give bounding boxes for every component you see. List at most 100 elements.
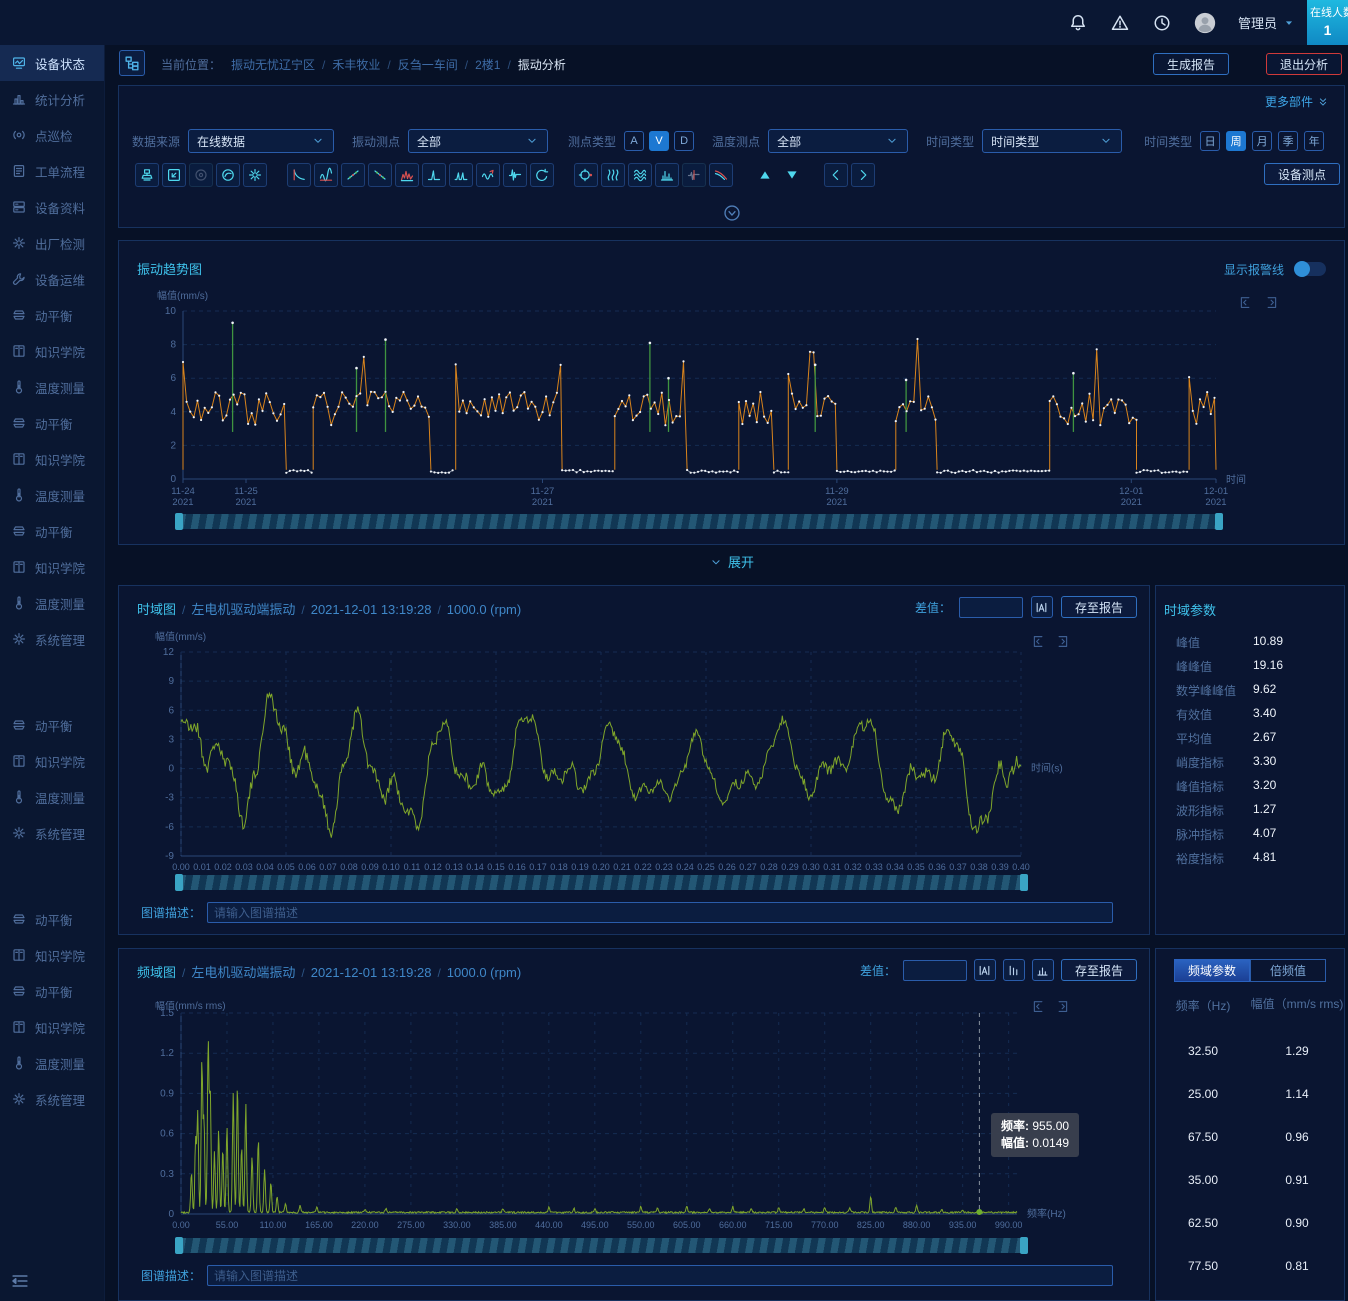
sidebar-item-inspect[interactable]: 点巡检 <box>0 117 104 153</box>
alarm-warning-icon[interactable] <box>1110 13 1130 33</box>
sidebar-item-balance[interactable]: 动平衡 <box>0 297 104 333</box>
sidebar-item-book[interactable]: 知识学院 <box>0 743 104 779</box>
sidebar-item-book[interactable]: 知识学院 <box>0 937 104 973</box>
sidebar-item-device-status[interactable]: 设备状态 <box>0 45 104 81</box>
history-clock-icon[interactable] <box>1152 13 1172 33</box>
collapse-panel-icon[interactable] <box>723 204 741 222</box>
sidebar-item-book[interactable]: 知识学院 <box>0 441 104 477</box>
scatter-a-icon-button[interactable] <box>341 163 365 187</box>
generate-report-button[interactable]: 生成报告 <box>1153 53 1229 75</box>
admin-menu[interactable]: 管理员 <box>1238 13 1296 32</box>
time-range-button-3[interactable]: 季 <box>1278 131 1298 151</box>
freq-range-slider[interactable] <box>179 1238 1024 1253</box>
sidebar-item-balance[interactable]: 动平衡 <box>0 973 104 1009</box>
diff-input[interactable] <box>959 597 1023 618</box>
multi-wave-icon-button[interactable] <box>601 163 625 187</box>
sidebar-item-thermo[interactable]: 温度测量 <box>0 779 104 815</box>
double-peak-icon-button[interactable] <box>449 163 473 187</box>
vibration-point-select[interactable]: 全部 <box>408 129 548 153</box>
slider-handle-right[interactable] <box>1215 513 1223 530</box>
trend-curve-icon-button[interactable] <box>287 163 311 187</box>
sideband-bars-icon-button[interactable] <box>1032 959 1054 981</box>
slider-handle-right[interactable] <box>1020 874 1028 891</box>
temp-point-select[interactable]: 全部 <box>768 129 908 153</box>
more-widgets-link[interactable]: 更多部件 <box>1265 93 1330 110</box>
fit-screen-icon-button[interactable] <box>162 163 186 187</box>
sidebar-item-thermo[interactable]: 温度测量 <box>0 1045 104 1081</box>
time-range-button-0[interactable]: 日 <box>1200 131 1220 151</box>
harmonic-bars-icon-button[interactable] <box>1003 959 1025 981</box>
trend-chart[interactable]: 幅值(mm/s)108642011-24202111-25202111-2720… <box>139 283 1324 524</box>
wave-rotate-icon-button[interactable] <box>476 163 500 187</box>
alarm-line-toggle[interactable] <box>1294 262 1326 276</box>
tri-up-icon-button[interactable] <box>753 163 777 187</box>
slider-handle-left[interactable] <box>175 874 183 891</box>
sidebar-collapse-button[interactable] <box>10 1271 32 1289</box>
slider-handle-left[interactable] <box>175 513 183 530</box>
single-peak-icon-button[interactable] <box>422 163 446 187</box>
point-type-d-button[interactable]: D <box>674 131 694 151</box>
device-points-button[interactable]: 设备测点 <box>1264 163 1340 185</box>
time-range-button-4[interactable]: 年 <box>1304 131 1324 151</box>
undo-icon-button[interactable] <box>530 163 554 187</box>
tab-freq-params[interactable]: 频域参数 <box>1174 959 1250 982</box>
spectrum-red-icon-button[interactable] <box>395 163 419 187</box>
page-prev-icon-button[interactable] <box>824 163 848 187</box>
save-report-button[interactable]: 存至报告 <box>1061 596 1137 618</box>
marker-tool-icon-button[interactable] <box>135 163 159 187</box>
impulse-icon-button[interactable] <box>503 163 527 187</box>
freq-desc-input[interactable] <box>207 1265 1113 1286</box>
sidebar-item-thermo[interactable]: 温度测量 <box>0 585 104 621</box>
slider-handle-right[interactable] <box>1020 1237 1028 1254</box>
sidebar-item-thermo[interactable]: 温度测量 <box>0 369 104 405</box>
breadcrumb-item[interactable]: 禾丰牧业 <box>332 58 380 72</box>
tab-harmonics[interactable]: 倍频值 <box>1250 959 1326 982</box>
freq-domain-chart[interactable]: 幅值(mm/s rms)1.51.20.90.60.300.0055.00110… <box>139 1001 1139 1244</box>
waterfall-icon-button[interactable] <box>628 163 652 187</box>
diff-input[interactable] <box>903 960 967 981</box>
device-tree-button[interactable] <box>119 50 145 76</box>
point-type-a-button[interactable]: A <box>624 131 644 151</box>
breadcrumb-item[interactable]: 反刍一车间 <box>398 58 458 72</box>
sidebar-item-workorder[interactable]: 工单流程 <box>0 153 104 189</box>
time-range-slider[interactable] <box>179 875 1024 890</box>
orbit-icon-button[interactable] <box>574 163 598 187</box>
sidebar-item-gear[interactable]: 系统管理 <box>0 621 104 657</box>
time-range-button-1[interactable]: 周 <box>1226 131 1246 151</box>
notification-bell-icon[interactable] <box>1068 13 1088 33</box>
time-type-select[interactable]: 时间类型 <box>982 129 1122 153</box>
sidebar-item-book[interactable]: 知识学院 <box>0 1009 104 1045</box>
time-domain-chart[interactable]: 幅值(mm/s)129630-3-6-90.000.010.020.030.04… <box>139 630 1139 885</box>
bode-icon-button[interactable] <box>216 163 240 187</box>
time-desc-input[interactable] <box>207 902 1113 923</box>
exit-analysis-button[interactable]: 退出分析 <box>1266 53 1342 75</box>
sidebar-item-gear[interactable]: 系统管理 <box>0 815 104 851</box>
slider-handle-left[interactable] <box>175 1237 183 1254</box>
time-range-button-2[interactable]: 月 <box>1252 131 1272 151</box>
sidebar-item-wrench[interactable]: 设备运维 <box>0 261 104 297</box>
settings-icon-button[interactable] <box>243 163 267 187</box>
sidebar-item-book[interactable]: 知识学院 <box>0 333 104 369</box>
data-source-select[interactable]: 在线数据 <box>188 129 334 153</box>
sidebar-item-balance[interactable]: 动平衡 <box>0 901 104 937</box>
sidebar-item-gear[interactable]: 系统管理 <box>0 1081 104 1117</box>
sidebar-item-stats[interactable]: 统计分析 <box>0 81 104 117</box>
abs-marker-icon-button[interactable] <box>1031 596 1053 618</box>
sidebar-item-gear[interactable]: 出厂检测 <box>0 225 104 261</box>
breadcrumb-item[interactable]: 振动无忧辽宁区 <box>231 58 315 72</box>
sidebar-item-balance[interactable]: 动平衡 <box>0 707 104 743</box>
envelope-icon-button[interactable] <box>314 163 338 187</box>
trend-range-slider[interactable] <box>179 514 1219 529</box>
save-report-button[interactable]: 存至报告 <box>1061 959 1137 981</box>
sidebar-item-thermo[interactable]: 温度测量 <box>0 477 104 513</box>
breadcrumb-item[interactable]: 2楼1 <box>475 58 500 72</box>
histogram-icon-button[interactable] <box>655 163 679 187</box>
point-type-v-button[interactable]: V <box>649 131 669 151</box>
expand-button[interactable]: 展开 <box>118 552 1345 571</box>
page-next-icon-button[interactable] <box>851 163 875 187</box>
sidebar-item-archive[interactable]: 设备资料 <box>0 189 104 225</box>
tri-down-icon-button[interactable] <box>780 163 804 187</box>
avatar[interactable] <box>1194 12 1216 34</box>
sidebar-item-book[interactable]: 知识学院 <box>0 549 104 585</box>
sidebar-item-balance[interactable]: 动平衡 <box>0 405 104 441</box>
